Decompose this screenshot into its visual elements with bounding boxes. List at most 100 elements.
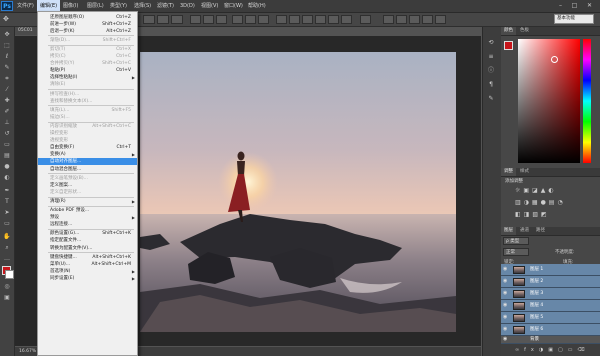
layer-row-background[interactable]: ◉ 背景 xyxy=(501,336,600,344)
path-select-icon[interactable]: ➤ xyxy=(2,208,12,217)
distribute-6-icon[interactable] xyxy=(341,15,352,24)
align-middle-icon[interactable] xyxy=(203,15,214,24)
edit-menu-item[interactable]: 自动对齐图层... xyxy=(38,158,137,166)
edit-menu-item[interactable]: 预设 ▶ xyxy=(38,214,137,221)
hue-slider[interactable] xyxy=(583,39,591,163)
edit-menu-item[interactable]: 颜色设置(G)... Shift+Ctrl+K xyxy=(38,230,137,237)
edit-menu-item[interactable]: 自由变换(F) Ctrl+T xyxy=(38,144,137,151)
minimize-icon[interactable]: – xyxy=(555,1,566,10)
layer-row[interactable]: ◉ 图层 4 xyxy=(501,300,600,312)
info-icon[interactable]: ⓘ xyxy=(486,66,496,75)
distribute-5-icon[interactable] xyxy=(328,15,339,24)
edit-menu-item[interactable]: Adobe PDF 预设... xyxy=(38,207,137,214)
option-toggle-2[interactable] xyxy=(157,15,169,24)
edit-menu-item[interactable]: 清理(R) ▶ xyxy=(38,198,137,205)
layer-kind-filter[interactable]: ρ 类型 xyxy=(503,237,529,245)
edit-menu-item[interactable]: 选择性粘贴(I) ▶ xyxy=(38,74,137,81)
distribute-2-icon[interactable] xyxy=(289,15,300,24)
eye-icon[interactable]: ◉ xyxy=(503,314,510,321)
auto-align-icon[interactable] xyxy=(360,15,371,24)
eye-icon[interactable]: ◉ xyxy=(503,290,510,297)
layer-row[interactable]: ◉ 图层 6 xyxy=(501,324,600,336)
panel-foreground-swatch[interactable] xyxy=(504,41,513,50)
pen-icon[interactable]: ✒ xyxy=(2,186,12,195)
brush-icon[interactable]: ✐ xyxy=(2,107,12,116)
edit-menu-item[interactable]: 变换(A) ▶ xyxy=(38,151,137,158)
align-top-icon[interactable] xyxy=(190,15,201,24)
history-icon[interactable]: ⟲ xyxy=(486,38,496,47)
tab-adjustments[interactable]: 调整 xyxy=(501,168,516,176)
edit-menu-item[interactable]: 菜单(U)... Alt+Shift+Ctrl+M xyxy=(38,261,137,268)
quick-select-icon[interactable]: ✎ xyxy=(2,63,12,72)
move-tool-icon[interactable]: ✥ xyxy=(3,15,13,24)
marquee-icon[interactable]: ⬚ xyxy=(2,41,12,50)
edit-menu-item[interactable]: 首选项(N) ▶ xyxy=(38,268,137,275)
color-picker-cursor[interactable] xyxy=(551,56,558,63)
adjust-icons-row-3[interactable]: ◧◨▧◩ xyxy=(515,211,595,219)
tab-paths[interactable]: 路径 xyxy=(533,227,548,235)
stamp-icon[interactable]: ⊥ xyxy=(2,118,12,127)
menu-view[interactable]: 视图(V) xyxy=(201,0,218,12)
move-icon[interactable]: ✥ xyxy=(2,30,12,39)
color-field[interactable] xyxy=(518,39,580,163)
menu-window[interactable]: 窗口(W) xyxy=(224,0,243,12)
blur-icon[interactable]: ● xyxy=(2,162,12,171)
eye-icon[interactable]: ◉ xyxy=(503,278,510,285)
menu-help[interactable]: 帮助(H) xyxy=(248,0,266,12)
option-toggle-1[interactable] xyxy=(143,15,155,24)
edit-menu-item[interactable]: 远程连接... xyxy=(38,221,137,228)
edit-menu-item[interactable]: 指定配置文件... xyxy=(38,237,137,244)
more-tools-icon[interactable]: … xyxy=(2,254,12,263)
gradient-icon[interactable]: ▤ xyxy=(2,151,12,160)
edit-menu-item[interactable]: 键盘快捷键... Alt+Shift+Ctrl+K xyxy=(38,254,137,261)
eye-icon[interactable]: ◉ xyxy=(503,266,510,273)
3d-mode-1-icon[interactable] xyxy=(383,15,394,24)
option-toggle-3[interactable] xyxy=(171,15,183,24)
align-right-icon[interactable] xyxy=(258,15,269,24)
adjust-icons-row-2[interactable]: ▥◑▦●▤◔ xyxy=(515,199,595,207)
align-center-icon[interactable] xyxy=(245,15,256,24)
tab-layers[interactable]: 图层 xyxy=(501,227,516,235)
dodge-icon[interactable]: ◐ xyxy=(2,173,12,182)
zoom-readout[interactable]: 16.67% xyxy=(15,349,36,354)
tab-styles[interactable]: 样式 xyxy=(517,168,532,176)
healing-icon[interactable]: ✚ xyxy=(2,96,12,105)
layer-row[interactable]: ◉ 图层 1 xyxy=(501,264,600,276)
3d-mode-5-icon[interactable] xyxy=(435,15,446,24)
tab-swatches[interactable]: 色板 xyxy=(517,27,532,35)
quick-mask-icon[interactable]: ◎ xyxy=(2,282,12,291)
layer-row[interactable]: ◉ 图层 3 xyxy=(501,288,600,300)
distribute-3-icon[interactable] xyxy=(302,15,313,24)
edit-menu-item[interactable]: 同步设置(E) ▶ xyxy=(38,275,137,282)
screen-mode-icon[interactable]: ▣ xyxy=(2,293,12,302)
align-left-icon[interactable] xyxy=(232,15,243,24)
menu-filter[interactable]: 滤镜(T) xyxy=(157,0,174,12)
adjust-icons-row-1[interactable]: ☼▣◪▲◐ xyxy=(515,187,595,195)
hand-icon[interactable]: ✋ xyxy=(2,232,12,241)
layer-row[interactable]: ◉ 图层 5 xyxy=(501,312,600,324)
history-brush-icon[interactable]: ↺ xyxy=(2,129,12,138)
brush-preset-icon[interactable]: ✎ xyxy=(486,94,496,103)
edit-menu-item[interactable]: 转换为配置文件(V)... xyxy=(38,245,137,252)
3d-mode-4-icon[interactable] xyxy=(422,15,433,24)
edit-menu-item[interactable]: 后退一步(K) Alt+Ctrl+Z xyxy=(38,28,137,35)
layer-row[interactable]: ◉ 图层 2 xyxy=(501,276,600,288)
lasso-icon[interactable]: ℓ xyxy=(2,52,12,61)
menu-file[interactable]: 文件(F) xyxy=(17,0,34,12)
eyedropper-icon[interactable]: ⁄ xyxy=(2,85,12,94)
distribute-4-icon[interactable] xyxy=(315,15,326,24)
eye-icon[interactable]: ◉ xyxy=(503,336,510,343)
background-color-swatch[interactable] xyxy=(5,270,14,279)
distribute-1-icon[interactable] xyxy=(276,15,287,24)
tab-channels[interactable]: 通道 xyxy=(517,227,532,235)
3d-mode-2-icon[interactable] xyxy=(396,15,407,24)
eye-icon[interactable]: ◉ xyxy=(503,302,510,309)
edit-menu-item[interactable]: 自动混合图层... xyxy=(38,166,137,173)
menu-3d[interactable]: 3D(D) xyxy=(180,0,195,12)
zoom-icon[interactable]: ⌕ xyxy=(2,243,12,252)
3d-mode-3-icon[interactable] xyxy=(409,15,420,24)
edit-menu-item[interactable]: 粘贴(P) Ctrl+V xyxy=(38,67,137,74)
layers-footer-buttons[interactable]: ∞fx◑▣▢▭⌫ xyxy=(501,344,600,356)
edit-menu-item[interactable]: 前进一步(W) Shift+Ctrl+Z xyxy=(38,21,137,28)
edit-menu-item[interactable]: 还原图层顺序(O) Ctrl+Z xyxy=(38,14,137,21)
